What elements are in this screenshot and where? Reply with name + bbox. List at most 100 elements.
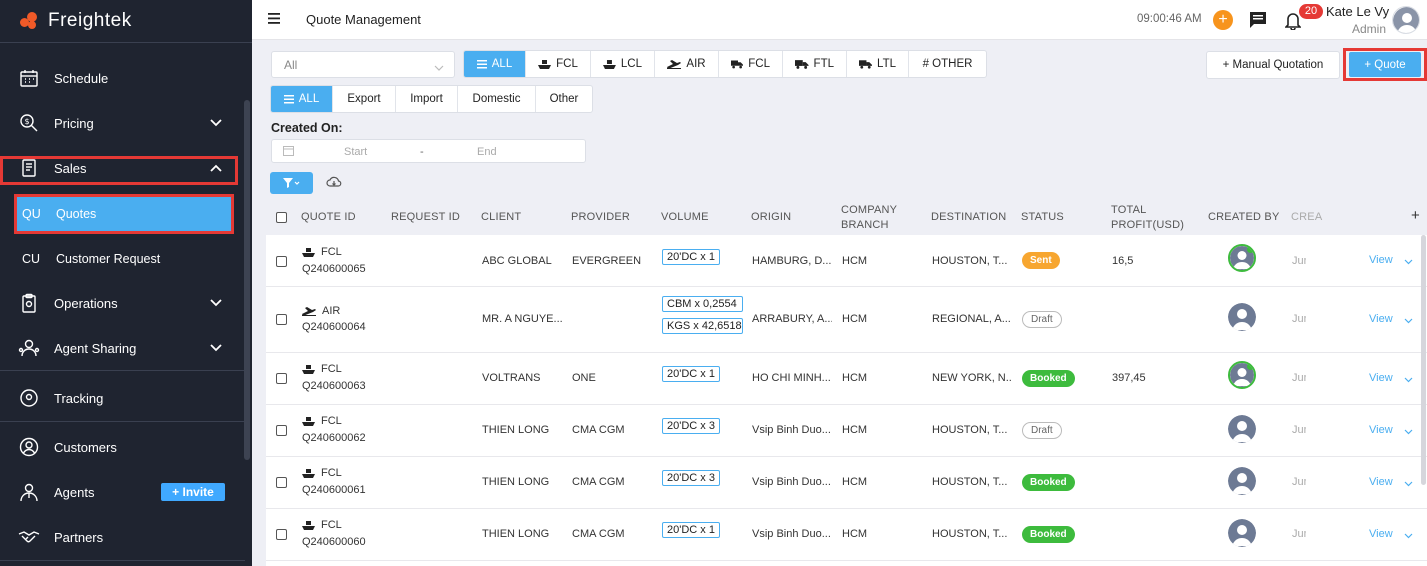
mode-tab-lcl-sea[interactable]: LCL bbox=[591, 51, 655, 77]
cloud-download-icon[interactable] bbox=[326, 176, 342, 191]
creator-avatar[interactable] bbox=[1228, 415, 1256, 443]
column-header[interactable]: CREATED BY bbox=[1208, 200, 1279, 235]
quote-id[interactable]: Q240600061 bbox=[302, 484, 366, 496]
creator-avatar[interactable] bbox=[1228, 303, 1256, 331]
row-checkbox[interactable] bbox=[276, 373, 287, 384]
sidebar-item-pricing[interactable]: $ Pricing bbox=[0, 103, 236, 143]
end-date-input[interactable]: End bbox=[477, 146, 497, 158]
direction-tab-import[interactable]: Import bbox=[396, 86, 458, 112]
sidebar-item-label: Pricing bbox=[54, 115, 94, 131]
category-select[interactable]: All bbox=[271, 51, 455, 78]
table-row[interactable]: AIR Q240600064 MR. A NGUYE... CBM x 0,25… bbox=[266, 287, 1427, 353]
date-range-picker[interactable]: Start - End bbox=[271, 139, 586, 163]
chevron-down-icon[interactable] bbox=[1404, 313, 1413, 327]
sidebar-item-schedule[interactable]: Schedule bbox=[0, 58, 236, 98]
sidebar-item-customers[interactable]: Customers bbox=[0, 427, 236, 467]
quote-id[interactable]: Q240600063 bbox=[302, 380, 366, 392]
tab-label: LTL bbox=[877, 58, 896, 70]
origin: Vsip Binh Duo... bbox=[752, 424, 831, 436]
view-link[interactable]: View bbox=[1369, 476, 1393, 488]
client: THIEN LONG bbox=[482, 476, 550, 488]
type-label: FCL bbox=[321, 246, 342, 258]
quote-id[interactable]: Q240600064 bbox=[302, 321, 366, 333]
quote-id[interactable]: Q240600060 bbox=[302, 536, 366, 548]
add-column-icon[interactable]: + bbox=[1411, 198, 1420, 233]
sidebar-item-operations[interactable]: Operations bbox=[0, 283, 236, 323]
creator-avatar[interactable] bbox=[1228, 467, 1256, 495]
table-header: QUOTE ID REQUEST ID CLIENT PROVIDER VOLU… bbox=[266, 200, 1427, 235]
column-header[interactable]: QUOTE ID bbox=[301, 200, 356, 235]
sidebar-scrollbar[interactable] bbox=[244, 100, 250, 460]
direction-tab-all[interactable]: ALL bbox=[271, 86, 333, 112]
sidebar-item-label: Agents bbox=[54, 484, 95, 500]
view-link[interactable]: View bbox=[1369, 528, 1393, 540]
table-row[interactable]: FCL Q240600060 THIEN LONG CMA CGM 20'DC … bbox=[266, 509, 1427, 561]
table-row[interactable]: FCL Q240600065 ABC GLOBAL EVERGREEN 20'D… bbox=[266, 235, 1427, 287]
chevron-down-icon[interactable] bbox=[1404, 476, 1413, 490]
table-row[interactable]: FCL Q240600062 THIEN LONG CMA CGM 20'DC … bbox=[266, 405, 1427, 457]
sidebar-item-partners[interactable]: Partners bbox=[0, 517, 236, 557]
creator-avatar[interactable] bbox=[1228, 244, 1256, 272]
row-checkbox[interactable] bbox=[276, 314, 287, 325]
column-header[interactable]: REQUEST ID bbox=[391, 200, 460, 235]
column-header[interactable]: DESTINATION bbox=[931, 200, 1006, 235]
row-checkbox[interactable] bbox=[276, 425, 287, 436]
total-profit: 16,5 bbox=[1112, 255, 1134, 267]
mode-tab-all[interactable]: ALL bbox=[464, 51, 526, 77]
invite-button[interactable]: + Invite bbox=[161, 483, 225, 501]
user-avatar[interactable] bbox=[1392, 6, 1420, 34]
column-header[interactable]: PROVIDER bbox=[571, 200, 630, 235]
column-header[interactable]: STATUS bbox=[1021, 200, 1064, 235]
column-header[interactable]: VOLUME bbox=[661, 200, 709, 235]
direction-tab-export[interactable]: Export bbox=[333, 86, 396, 112]
quote-id[interactable]: Q240600065 bbox=[302, 263, 366, 275]
airplane-icon bbox=[667, 60, 682, 69]
column-header[interactable]: COMPANY BRANCH bbox=[841, 200, 911, 235]
mode-tab-air[interactable]: AIR bbox=[655, 51, 719, 77]
mode-tab-ltl[interactable]: LTL bbox=[847, 51, 909, 77]
view-link[interactable]: View bbox=[1369, 372, 1393, 384]
start-date-input[interactable]: Start bbox=[344, 146, 367, 158]
view-link[interactable]: View bbox=[1369, 424, 1393, 436]
filter-button[interactable] bbox=[270, 172, 313, 194]
view-link[interactable]: View bbox=[1369, 313, 1393, 325]
chevron-down-icon[interactable] bbox=[1404, 528, 1413, 542]
select-all-checkbox[interactable] bbox=[276, 212, 287, 223]
sidebar-subitem-customer-request[interactable]: CU Customer Request bbox=[16, 242, 231, 276]
mode-tab-fcl-truck[interactable]: FCL bbox=[719, 51, 783, 77]
sidebar-item-tracking[interactable]: Tracking bbox=[0, 378, 236, 418]
row-checkbox[interactable] bbox=[276, 477, 287, 488]
chevron-down-icon bbox=[210, 115, 222, 130]
chevron-down-icon[interactable] bbox=[1404, 424, 1413, 438]
creator-avatar[interactable] bbox=[1228, 361, 1256, 389]
quick-add-icon[interactable]: + bbox=[1213, 10, 1233, 30]
table-row[interactable]: FCL Q240600061 THIEN LONG CMA CGM 20'DC … bbox=[266, 457, 1427, 509]
chevron-down-icon[interactable] bbox=[1404, 372, 1413, 386]
column-header[interactable]: ORIGIN bbox=[751, 200, 791, 235]
sidebar-item-agent-sharing[interactable]: Agent Sharing bbox=[0, 328, 236, 368]
direction-tab-domestic[interactable]: Domestic bbox=[458, 86, 536, 112]
chat-icon[interactable] bbox=[1249, 11, 1267, 32]
table-row[interactable]: FCL Q240600063 VOLTRANS ONE 20'DC x 1 HO… bbox=[266, 353, 1427, 405]
direction-tab-other[interactable]: Other bbox=[536, 86, 592, 112]
column-header[interactable]: CLIENT bbox=[481, 200, 521, 235]
manual-quotation-button[interactable]: + Manual Quotation bbox=[1206, 51, 1340, 79]
row-checkbox[interactable] bbox=[276, 256, 287, 267]
table-scrollbar[interactable] bbox=[1421, 235, 1426, 485]
column-header[interactable]: CREA bbox=[1291, 200, 1322, 235]
destination: HOUSTON, T... bbox=[932, 255, 1008, 267]
column-header[interactable]: TOTAL PROFIT(USD) bbox=[1111, 200, 1184, 235]
quote-id[interactable]: Q240600062 bbox=[302, 432, 366, 444]
user-name[interactable]: Kate Le Vy bbox=[1326, 4, 1389, 19]
row-checkbox[interactable] bbox=[276, 529, 287, 540]
brand[interactable]: Freightek bbox=[0, 0, 252, 43]
mode-tab-fcl-sea[interactable]: FCL bbox=[526, 51, 591, 77]
mode-tab-ftl[interactable]: FTL bbox=[783, 51, 847, 77]
quotes-highlight-frame bbox=[14, 194, 234, 234]
hamburger-menu-icon[interactable] bbox=[268, 13, 280, 27]
chevron-down-icon[interactable] bbox=[1404, 254, 1413, 268]
view-link[interactable]: View bbox=[1369, 254, 1393, 266]
creator-avatar[interactable] bbox=[1228, 519, 1256, 547]
page-title: Quote Management bbox=[306, 12, 421, 27]
mode-tab-other[interactable]: # OTHER bbox=[909, 51, 986, 77]
